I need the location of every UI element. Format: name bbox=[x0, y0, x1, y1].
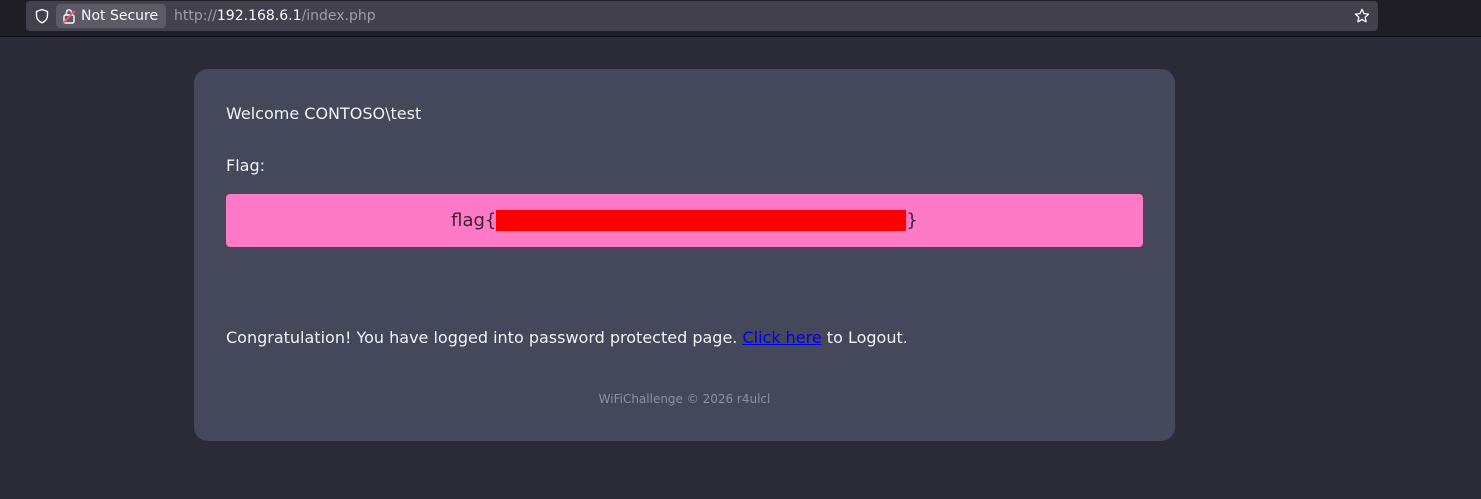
shield-icon[interactable] bbox=[34, 8, 50, 24]
security-label: Not Secure bbox=[81, 8, 159, 24]
flag-suffix: } bbox=[906, 210, 918, 231]
congrats-suffix: to Logout. bbox=[821, 328, 908, 347]
security-indicator[interactable]: Not Secure bbox=[56, 4, 167, 28]
insecure-lock-icon bbox=[62, 9, 76, 24]
congrats-text: Congratulation! You have logged into pas… bbox=[226, 328, 743, 347]
url-text[interactable]: http://192.168.6.1/index.php bbox=[174, 8, 376, 24]
congrats-message: Congratulation! You have logged into pas… bbox=[226, 328, 908, 347]
browser-toolbar: Not Secure http://192.168.6.1/index.php bbox=[0, 0, 1481, 37]
bookmark-star-icon[interactable] bbox=[1354, 8, 1370, 24]
url-host: 192.168.6.1 bbox=[216, 8, 302, 24]
address-bar[interactable]: Not Secure http://192.168.6.1/index.php bbox=[26, 1, 1378, 31]
flag-label: Flag: bbox=[226, 156, 265, 175]
flag-prefix: flag{ bbox=[451, 210, 497, 231]
url-path: /index.php bbox=[301, 8, 376, 24]
content-card: Welcome CONTOSO\test Flag: flag{} Congra… bbox=[194, 69, 1175, 441]
welcome-text: Welcome CONTOSO\test bbox=[226, 104, 422, 123]
flag-redaction bbox=[496, 210, 907, 231]
logout-link[interactable]: Click here bbox=[742, 328, 821, 347]
flag-box: flag{} bbox=[226, 194, 1143, 247]
url-prefix: http:// bbox=[174, 8, 217, 24]
footer-text: WiFiChallenge © 2026 r4ulcl bbox=[598, 392, 771, 406]
